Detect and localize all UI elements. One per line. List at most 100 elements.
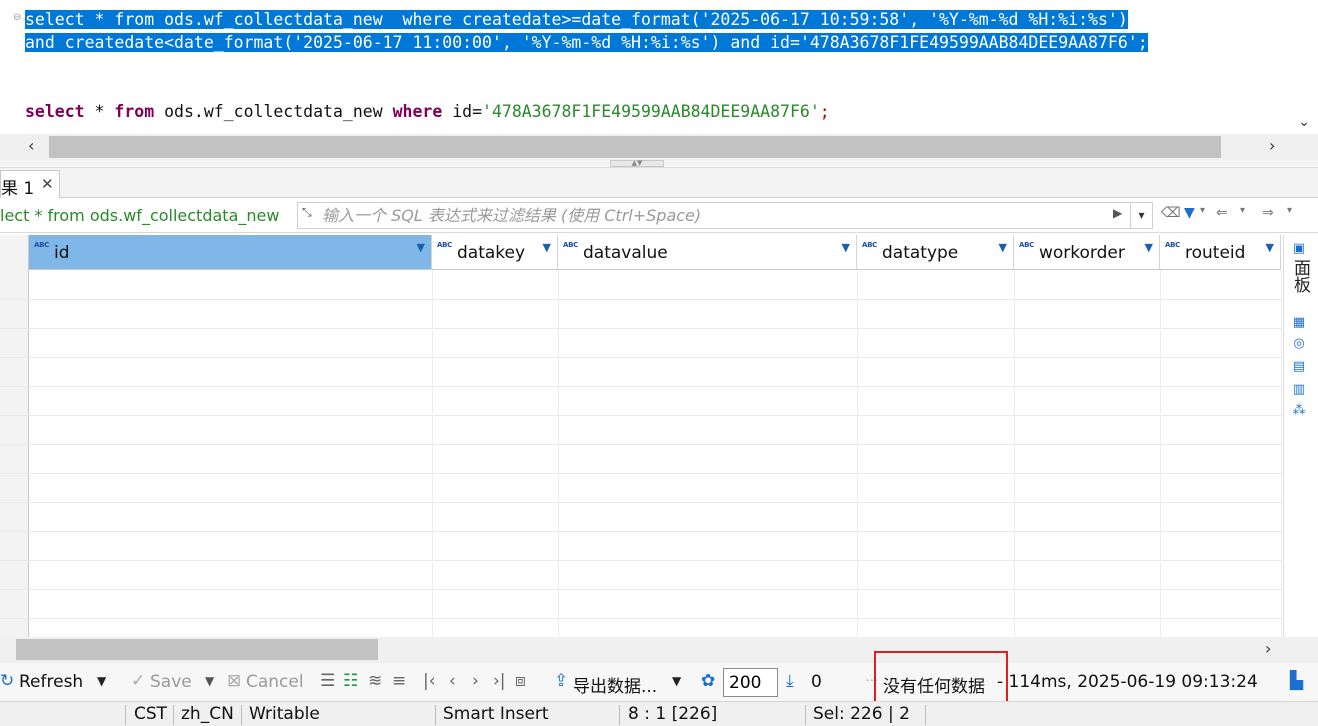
scroll-right-icon[interactable]: › xyxy=(1269,136,1275,155)
row-header-column[interactable] xyxy=(0,235,29,637)
code-text: ods.wf_collectdata_new xyxy=(154,102,393,121)
next-page-icon[interactable]: › xyxy=(472,671,479,691)
panels-icon[interactable]: ▣ xyxy=(1291,241,1307,257)
column-header-routeid[interactable]: ABC routeid ▼ xyxy=(1160,235,1281,270)
column-header-datakey[interactable]: ABC datakey ▼ xyxy=(432,235,558,270)
result-tab-strip: 果 1 ✕ xyxy=(0,168,1318,199)
sort-arrow-icon[interactable]: ▼ xyxy=(999,241,1007,254)
expand-icon[interactable]: ⤡ xyxy=(302,205,312,220)
panel-toggle-icon[interactable]: ▙ xyxy=(1290,671,1303,691)
grid-column-line xyxy=(1281,270,1282,637)
tab-result-1[interactable]: 果 1 ✕ xyxy=(0,170,60,199)
record-icon[interactable]: ◎ xyxy=(1291,336,1307,352)
copy-row-icon[interactable]: ≋ xyxy=(368,671,382,691)
scroll-left-icon[interactable]: ‹ xyxy=(28,136,34,155)
forward-icon[interactable]: ⇒ xyxy=(1262,205,1274,221)
column-header-datatype[interactable]: ABC datatype ▼ xyxy=(857,235,1014,270)
save-dropdown-icon[interactable]: ▼ xyxy=(205,674,214,688)
sort-arrow-icon[interactable]: ▼ xyxy=(1266,241,1274,254)
editor-vertical-scrollbar[interactable]: ⌄ xyxy=(1291,0,1318,134)
panel-tab-label[interactable]: 面板 xyxy=(1290,259,1310,293)
panel-splitter[interactable]: ▲▼ xyxy=(0,160,1318,168)
code-string: '478A3678F1FE49599AAB84DEE9AA87F6' xyxy=(482,102,820,121)
status-selection: Sel: 226 | 2 xyxy=(813,704,910,724)
sort-arrow-icon[interactable]: ▼ xyxy=(417,241,425,254)
text-type-icon: ABC xyxy=(1019,241,1034,249)
refresh-icon[interactable]: ↻ xyxy=(0,671,14,691)
column-name: id xyxy=(54,243,70,263)
sql-editor[interactable]: ⊖ select * from ods.wf_collectdata_new w… xyxy=(0,0,1318,134)
filter-dropdown-icon[interactable]: ▾ xyxy=(1200,205,1205,216)
status-bar: CST zh_CN Writable Smart Insert 8 : 1 [2… xyxy=(0,701,1318,726)
code-text: ( xyxy=(690,10,701,29)
export-dropdown-icon[interactable]: ▼ xyxy=(672,674,681,688)
splitter-grip-icon[interactable]: ▲▼ xyxy=(610,160,664,167)
forward-dropdown-icon[interactable]: ▾ xyxy=(1287,205,1292,216)
first-page-icon[interactable]: |‹ xyxy=(423,671,436,691)
kw: select xyxy=(25,102,85,121)
code-text: , xyxy=(501,33,522,52)
column-header-datavalue[interactable]: ABC datavalue ▼ xyxy=(558,235,857,270)
back-dropdown-icon[interactable]: ▾ xyxy=(1240,205,1245,216)
filter-input[interactable] xyxy=(322,205,1102,226)
add-row-icon[interactable]: ☷ xyxy=(343,671,358,691)
refresh-dropdown-icon[interactable]: ▼ xyxy=(97,674,106,688)
code-text: ) xyxy=(710,33,731,52)
grid-row-line xyxy=(0,502,1282,503)
eraser-icon[interactable]: ⌫ xyxy=(1161,205,1181,221)
result-grid[interactable]: ABC id ▼ ABC datakey ▼ ABC datavalue ▼ A… xyxy=(0,235,1282,637)
grid-view-icon[interactable]: ▦ xyxy=(1291,315,1307,331)
export-icon[interactable]: ⇪ xyxy=(554,671,568,691)
column-header-workorder[interactable]: ABC workorder ▼ xyxy=(1014,235,1160,270)
prev-page-icon[interactable]: ‹ xyxy=(449,671,456,691)
column-name: workorder xyxy=(1039,243,1125,263)
close-icon[interactable]: ✕ xyxy=(41,175,54,193)
grid-row-line xyxy=(0,531,1282,532)
history-dropdown-icon[interactable]: ▾ xyxy=(1130,203,1152,228)
code-text: ( xyxy=(283,33,294,52)
delete-row-icon[interactable]: ≡ xyxy=(392,671,406,691)
filter-icon[interactable]: ▼ xyxy=(1184,205,1195,221)
status-insert-mode[interactable]: Smart Insert xyxy=(443,704,549,724)
fetch-all-icon[interactable]: ⧈ xyxy=(515,671,526,691)
filter-box[interactable]: ⤡ ▶ ▾ xyxy=(297,202,1153,229)
back-icon[interactable]: ⇐ xyxy=(1216,205,1228,221)
code-line-3[interactable]: select * from ods.wf_collectdata_new whe… xyxy=(25,101,830,123)
sort-arrow-icon[interactable]: ▼ xyxy=(842,241,850,254)
code-string: '%Y-%m-%d %H:%i:%s' xyxy=(521,33,711,52)
export-button[interactable]: 导出数据... xyxy=(573,672,657,697)
text-type-icon: ABC xyxy=(563,241,578,249)
editor-horizontal-scrollbar[interactable]: ‹ › xyxy=(0,134,1318,160)
cancel-button[interactable]: Cancel xyxy=(246,672,304,692)
column-name: datakey xyxy=(457,243,526,263)
scrollbar-thumb[interactable] xyxy=(49,136,1221,158)
fold-minus-icon[interactable]: ⊖ xyxy=(13,12,21,23)
status-mode[interactable]: Writable xyxy=(249,704,320,724)
row-count-icon[interactable]: ⤓ xyxy=(786,671,794,691)
save-button[interactable]: Save xyxy=(150,672,192,692)
scroll-down-icon[interactable]: ⌄ xyxy=(1298,114,1310,130)
group-icon[interactable]: ⁂ xyxy=(1291,403,1307,419)
scrollbar-thumb[interactable] xyxy=(16,639,378,660)
code-line-2[interactable]: and createdate<date_format('2025-06-17 1… xyxy=(25,32,1148,54)
column-header-id[interactable]: ABC id ▼ xyxy=(29,235,432,270)
active-query-label: lect * from ods.wf_collectdata_new xyxy=(0,206,280,225)
grid-horizontal-scrollbar[interactable]: › xyxy=(0,637,1318,663)
code-text: ) xyxy=(1117,10,1128,29)
grid-row-line xyxy=(0,328,1282,329)
calc-icon[interactable]: ▤ xyxy=(1291,359,1307,375)
kw: from xyxy=(114,10,155,29)
settings-icon[interactable]: ✿ xyxy=(701,671,715,691)
fetch-size-input[interactable] xyxy=(723,668,778,697)
layout-icon[interactable]: ▥ xyxy=(1291,382,1307,398)
last-page-icon[interactable]: ›| xyxy=(493,671,506,691)
sort-arrow-icon[interactable]: ▼ xyxy=(543,241,551,254)
refresh-button[interactable]: Refresh xyxy=(19,672,83,692)
edit-row-icon[interactable]: ☰ xyxy=(320,671,335,691)
code-line-1[interactable]: select * from ods.wf_collectdata_new whe… xyxy=(25,9,1128,31)
scroll-right-icon[interactable]: › xyxy=(1265,639,1271,658)
play-icon[interactable]: ▶ xyxy=(1113,206,1122,220)
grid-column-line xyxy=(1014,270,1015,637)
grid-row-line xyxy=(0,618,1282,619)
sort-arrow-icon[interactable]: ▼ xyxy=(1145,241,1153,254)
